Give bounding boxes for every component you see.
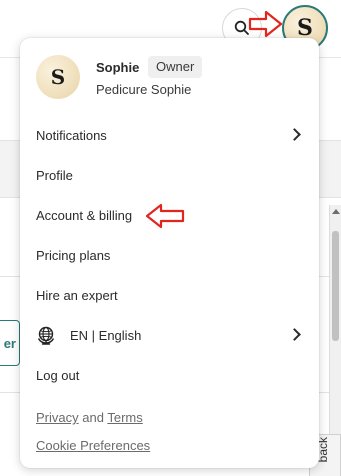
- account-dropdown-menu: S Sophie Owner Pedicure Sophie Notificat…: [20, 38, 319, 468]
- scroll-up-icon[interactable]: [332, 209, 340, 214]
- links-separator: and: [82, 410, 104, 425]
- menu-item-label: Hire an expert: [36, 287, 118, 303]
- terms-link[interactable]: Terms: [107, 410, 142, 425]
- privacy-link[interactable]: Privacy: [36, 410, 79, 425]
- menu-item-label: Log out: [36, 367, 80, 383]
- menu-item-profile[interactable]: Profile: [20, 155, 319, 195]
- menu-item-logout[interactable]: Log out: [20, 355, 319, 395]
- menu-item-pricing-plans[interactable]: Pricing plans: [20, 235, 319, 275]
- background-button[interactable]: er: [0, 320, 20, 366]
- avatar: S: [36, 55, 80, 99]
- annotation-arrow-right-icon: [248, 10, 283, 38]
- menu-item-notifications[interactable]: Notifications: [20, 115, 319, 155]
- background-button-label: er: [3, 335, 16, 351]
- scrollbar-thumb[interactable]: [332, 231, 339, 341]
- menu-item-label: Profile: [36, 167, 73, 183]
- legal-links: Privacy and Terms: [36, 410, 143, 425]
- globe-icon: [37, 326, 55, 345]
- menu-item-label: Notifications: [36, 127, 107, 143]
- menu-item-language[interactable]: EN | English: [20, 315, 319, 355]
- cookie-preferences-link[interactable]: Cookie Preferences: [36, 438, 150, 453]
- menu-item-hire-expert[interactable]: Hire an expert: [20, 275, 319, 315]
- annotation-arrow-left-icon: [145, 203, 185, 229]
- chevron-right-icon: [288, 128, 301, 141]
- user-summary: S Sophie Owner Pedicure Sophie: [20, 38, 319, 110]
- menu-item-label: Account & billing: [36, 207, 133, 223]
- avatar-initial: S: [50, 65, 66, 89]
- role-badge: Owner: [148, 56, 203, 78]
- menu-item-label: EN | English: [70, 327, 142, 343]
- user-name: Sophie: [96, 60, 140, 75]
- chevron-right-icon: [288, 328, 301, 341]
- menu-item-label: Pricing plans: [36, 247, 111, 263]
- business-name: Pedicure Sophie: [96, 82, 192, 97]
